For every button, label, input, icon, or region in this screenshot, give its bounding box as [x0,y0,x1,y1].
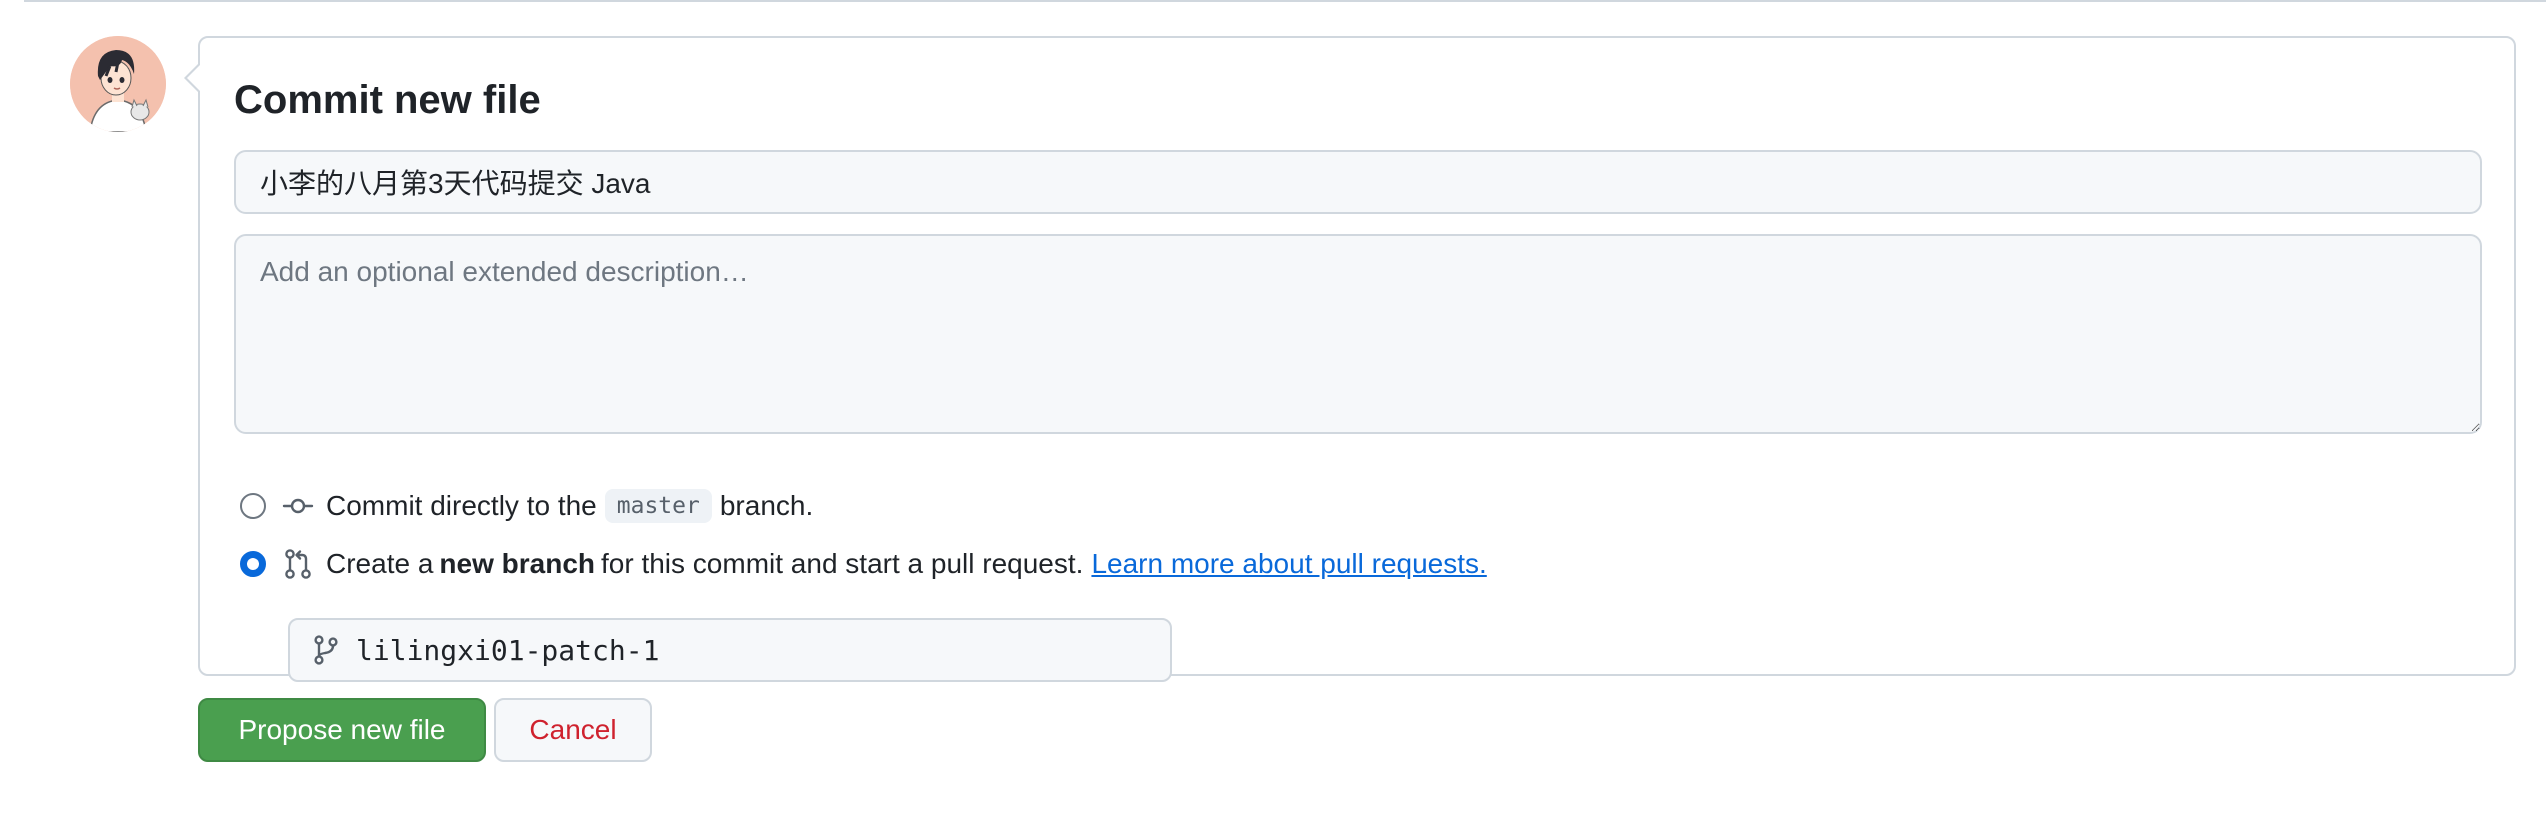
learn-more-pull-requests-link[interactable]: Learn more about pull requests. [1091,548,1486,580]
new-branch-option[interactable]: Create a new branch for this commit and … [240,544,1487,584]
git-commit-icon [282,498,314,514]
commit-form: Commit new file Commit directly to the m… [184,36,2516,682]
branch-name-input[interactable] [356,633,1136,667]
new-branch-suffix: for this commit and start a pull request… [601,548,1084,579]
commit-direct-option[interactable]: Commit directly to the master branch. [240,486,813,526]
propose-new-file-button[interactable]: Propose new file [198,698,486,762]
avatar[interactable] [70,36,166,132]
new-branch-emphasis: new branch [439,548,595,579]
avatar-illustration [70,36,166,132]
speech-caret-fill [187,64,201,92]
commit-direct-suffix: branch. [719,490,814,521]
master-branch-chip: master [604,489,712,523]
commit-description-textarea[interactable] [234,234,2482,434]
git-branch-icon [314,635,338,665]
git-pull-request-icon [285,549,311,579]
top-divider [24,0,2546,2]
cancel-button[interactable]: Cancel [494,698,652,762]
commit-summary-input[interactable] [234,150,2482,214]
commit-direct-prefix: Commit directly to the [326,490,597,521]
new-branch-prefix: Create a [326,548,434,579]
branch-name-field[interactable] [288,618,1172,682]
commit-form-title: Commit new file [234,78,541,122]
new-branch-radio[interactable] [240,551,266,577]
commit-direct-radio[interactable] [240,493,266,519]
